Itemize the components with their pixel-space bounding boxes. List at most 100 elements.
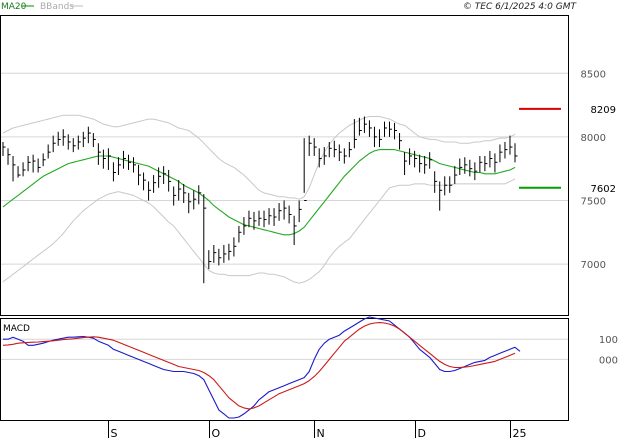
price-grid [1, 72, 568, 265]
price-bar [514, 143, 518, 163]
price-bar [107, 148, 111, 170]
price-bar [52, 135, 56, 153]
price-bar [238, 225, 242, 243]
price-bar [434, 171, 438, 193]
price-bar [343, 148, 347, 164]
x-tick-label: O [212, 427, 221, 440]
price-bar [444, 176, 448, 196]
price-bar [439, 181, 443, 211]
price-bar [404, 152, 408, 176]
price-bar [42, 153, 46, 167]
price-bar [489, 150, 493, 168]
price-bar [112, 162, 116, 182]
price-bar [243, 217, 247, 235]
price-bar [358, 117, 362, 136]
price-bar [102, 149, 106, 169]
price-bar [298, 200, 302, 223]
price-bar [424, 155, 428, 174]
price-bar [158, 167, 162, 188]
price-bar [353, 119, 357, 149]
price-bar [348, 141, 352, 158]
price-y-tick-label: 8500 [581, 69, 606, 80]
price-bar [62, 129, 66, 146]
ma-legend-label: MA20 [1, 2, 27, 12]
price-bar [7, 148, 11, 165]
x-axis: S O N D 25 [108, 421, 527, 440]
price-bar [278, 203, 282, 221]
price-bar [87, 126, 91, 144]
price-bar [32, 154, 36, 173]
price-bar [203, 194, 207, 284]
macd-panel-title: MACD [3, 324, 30, 334]
resistance-level-label: 8209 [591, 105, 616, 116]
price-bar [479, 155, 483, 173]
price-y-tick-label: 7500 [581, 196, 606, 207]
price-bar [389, 121, 393, 137]
price-bar [268, 208, 272, 225]
price-bar [168, 169, 172, 192]
price-panel-frame [0, 15, 569, 316]
macd-lines [2, 316, 521, 419]
price-bar [464, 157, 468, 174]
price-bar [338, 144, 342, 162]
price-bar [499, 144, 503, 163]
price-bar [303, 138, 307, 201]
price-bar [27, 155, 31, 172]
price-bar [153, 175, 157, 193]
price-bar [97, 143, 101, 165]
macd-signal-line [2, 322, 516, 410]
price-bar [37, 158, 41, 173]
price-bar [333, 140, 337, 158]
price-bar [173, 186, 177, 206]
price-bar [72, 138, 76, 153]
price-bars [2, 116, 518, 284]
bollinger-bands [2, 114, 516, 284]
price-bar [494, 153, 498, 173]
price-bar [373, 126, 377, 148]
price-bar [328, 141, 332, 158]
price-bar [138, 164, 142, 186]
price-bar [57, 131, 61, 146]
bb-legend-label: BBands [40, 2, 74, 12]
price-bar [77, 135, 81, 150]
bband-lower-line [2, 178, 516, 284]
price-bar [378, 129, 382, 148]
price-y-axis: 8500 8000 7500 7000 [581, 69, 606, 271]
price-levels: 8209 7602 [519, 105, 616, 195]
macd-line [3, 316, 521, 419]
price-bar [12, 155, 16, 182]
price-bar [429, 152, 433, 169]
price-y-tick-label: 7000 [581, 260, 606, 271]
price-bar [509, 135, 513, 155]
stock-chart: 82097602 8500800075007000 100000 S O N D 25 … [0, 2, 618, 440]
price-bar [117, 157, 121, 176]
price-bar [399, 133, 403, 150]
price-bar [248, 210, 252, 228]
price-bar [82, 131, 86, 148]
timestamp: © TEC 6/1/2025 4:0 GMT [463, 2, 578, 12]
price-bar [454, 166, 458, 184]
macd-y-axis: 100 000 [599, 335, 618, 366]
x-tick-label: 25 [513, 427, 527, 440]
price-bar [308, 135, 312, 156]
price-bar [258, 210, 262, 226]
macd-y-tick-label: 100 [599, 335, 618, 346]
x-tick-label: S [111, 427, 118, 440]
macd-y-tick-label: 000 [599, 355, 618, 366]
price-bar [193, 190, 197, 210]
price-y-tick-label: 8000 [581, 133, 606, 144]
price-bar [263, 210, 267, 228]
price-bar [133, 157, 137, 173]
price-bar [459, 158, 463, 176]
price-bar [208, 250, 212, 270]
price-bar [233, 237, 237, 257]
price-bar [92, 133, 96, 148]
price-bar [127, 154, 131, 170]
price-bar [368, 120, 372, 137]
x-tick-label: N [317, 427, 325, 440]
price-bar [22, 162, 26, 177]
price-bar [293, 215, 297, 246]
price-bar [47, 144, 51, 159]
price-bar [273, 208, 277, 226]
price-bar [223, 245, 227, 263]
